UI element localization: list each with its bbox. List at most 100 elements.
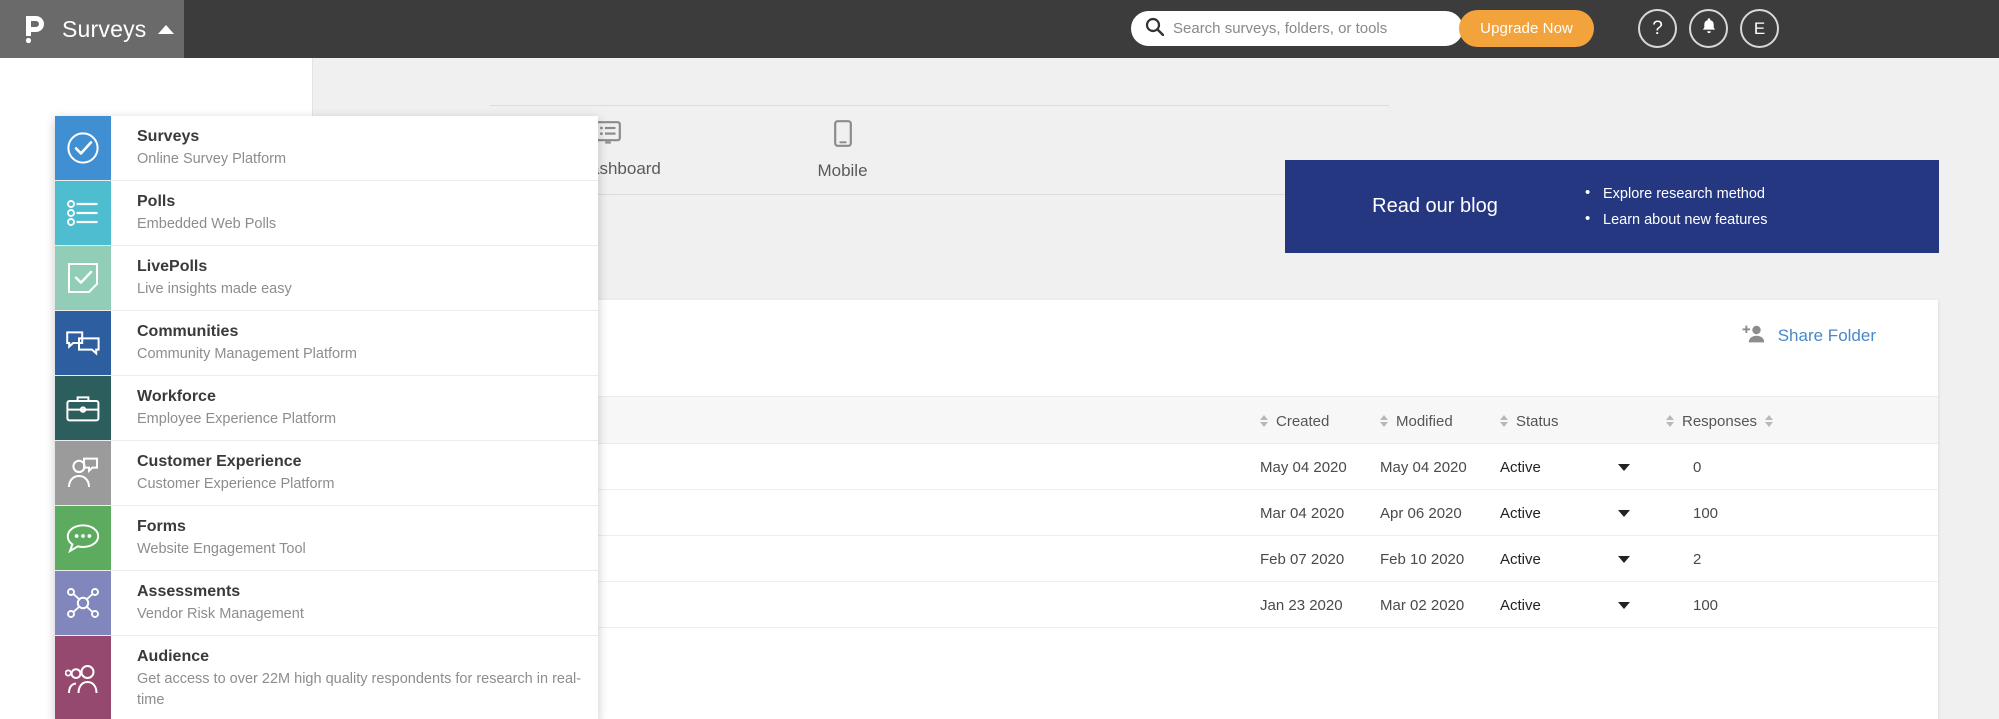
avatar-initial: E [1753,18,1766,38]
mobile-phone-icon [833,119,852,152]
menu-icon-tile [55,181,111,245]
user-avatar-button[interactable]: E [1740,9,1779,48]
status-value: Active [1500,504,1541,522]
column-header-created[interactable]: Created [1260,397,1329,445]
page-body: ge Dashboard Mobile Read our blog Explor… [0,58,1999,719]
responses-count: 2 [1693,550,1702,568]
modified-date: Mar 02 2020 [1380,596,1465,614]
menu-item-title: Forms [137,518,186,535]
menu-item-title: Polls [137,193,176,210]
notifications-button[interactable] [1689,9,1728,48]
menu-item-desc: Live insights made easy [137,281,292,297]
menu-item-title: LivePolls [137,258,208,275]
menu-item-desc: Employee Experience Platform [137,411,337,427]
menu-item-forms[interactable]: Forms Website Engagement Tool [55,506,598,571]
column-label: Created [1276,412,1330,430]
menu-item-workforce[interactable]: Workforce Employee Experience Platform [55,376,598,441]
column-header-responses[interactable]: Responses [1666,397,1774,445]
menu-item-desc: Get access to over 22M high quality resp… [137,671,582,708]
app-root: Surveys Upgrade Now ? [0,0,1999,719]
modified-date: May 04 2020 [1380,458,1467,476]
top-navigation-bar: Surveys Upgrade Now ? [0,0,1999,58]
sort-icon [1765,415,1774,427]
menu-item-surveys[interactable]: Surveys Online Survey Platform [55,116,598,181]
menu-icon-tile [55,571,111,635]
menu-icon-tile [55,311,111,375]
menu-item-desc: Embedded Web Polls [137,216,277,232]
brand-product-switcher[interactable]: Surveys [0,0,184,58]
menu-icon-tile [55,636,111,719]
share-folder-button[interactable]: Share Folder [1742,324,1876,348]
poll-list-icon [67,199,99,227]
column-label: Status [1516,412,1559,430]
blog-bullet: Learn about new features [1585,206,1767,233]
briefcase-icon [66,394,100,422]
menu-item-livepolls[interactable]: LivePolls Live insights made easy [55,246,598,311]
menu-icon-tile [55,116,111,180]
menu-icon-tile [55,376,111,440]
responses-count: 100 [1693,504,1719,522]
menu-item-title: Surveys [137,128,200,145]
search-input[interactable] [1173,20,1449,37]
menu-icon-tile [55,506,111,570]
livepoll-check-icon [67,262,99,294]
menu-icon-tile [55,441,111,505]
menu-icon-tile [55,246,111,310]
created-date: Jan 23 2020 [1260,596,1343,614]
modified-date: Apr 06 2020 [1380,504,1462,522]
menu-item-assessments[interactable]: Assessments Vendor Risk Management [55,571,598,636]
status-value: Active [1500,458,1541,476]
sort-icon [1500,415,1508,427]
people-group-icon [65,664,101,694]
network-nodes-icon [66,587,100,619]
status-value: Active [1500,596,1541,614]
person-feedback-icon [67,457,99,489]
menu-item-customer-experience[interactable]: Customer Experience Customer Experience … [55,441,598,506]
help-button[interactable]: ? [1638,9,1677,48]
menu-item-polls[interactable]: Polls Embedded Web Polls [55,181,598,246]
chat-dots-icon [66,523,100,553]
menu-item-audience[interactable]: Audience Get access to over 22M high qua… [55,636,598,719]
share-folder-label: Share Folder [1777,326,1876,345]
created-date: May 04 2020 [1260,458,1347,476]
upgrade-now-button[interactable]: Upgrade Now [1459,10,1594,47]
menu-item-desc: Community Management Platform [137,346,357,362]
menu-item-title: Assessments [137,583,241,600]
sort-icon [1380,415,1388,427]
blog-bullet: Explore research method [1585,180,1767,207]
menu-item-title: Communities [137,323,239,340]
tab-mobile[interactable]: Mobile [725,119,960,181]
tab-label: Mobile [817,160,868,180]
status-value: Active [1500,550,1541,568]
global-search[interactable] [1131,11,1463,46]
menu-item-title: Workforce [137,388,216,405]
add-person-icon [1742,324,1767,348]
blog-banner-title: Read our blog [1372,195,1498,217]
column-header-status[interactable]: Status [1500,397,1559,445]
menu-item-communities[interactable]: Communities Community Management Platfor… [55,311,598,376]
sort-icon [1666,415,1674,427]
caret-down-icon[interactable] [1618,582,1630,628]
caret-down-icon[interactable] [1618,490,1630,536]
caret-down-icon[interactable] [1618,444,1630,490]
column-label: Modified [1396,412,1453,430]
column-header-modified[interactable]: Modified [1380,397,1453,445]
dashboard-icon [594,121,621,150]
caret-down-icon[interactable] [1618,536,1630,582]
questionpro-p-logo-icon [22,14,48,44]
read-our-blog-banner[interactable]: Read our blog Explore research method Le… [1285,160,1939,253]
search-icon [1145,17,1165,41]
brand-title: Surveys [62,15,147,42]
check-circle-icon [66,131,100,165]
modified-date: Feb 10 2020 [1380,550,1465,568]
left-icon-rail [0,58,58,719]
menu-item-title: Customer Experience [137,453,302,470]
menu-item-desc: Customer Experience Platform [137,476,335,492]
sort-icon [1260,415,1268,427]
bell-icon [1701,17,1717,40]
menu-item-desc: Online Survey Platform [137,151,287,167]
responses-count: 100 [1693,596,1719,614]
created-date: Mar 04 2020 [1260,504,1345,522]
created-date: Feb 07 2020 [1260,550,1345,568]
product-switcher-dropdown: Surveys Online Survey Platform Polls Emb… [55,116,598,719]
